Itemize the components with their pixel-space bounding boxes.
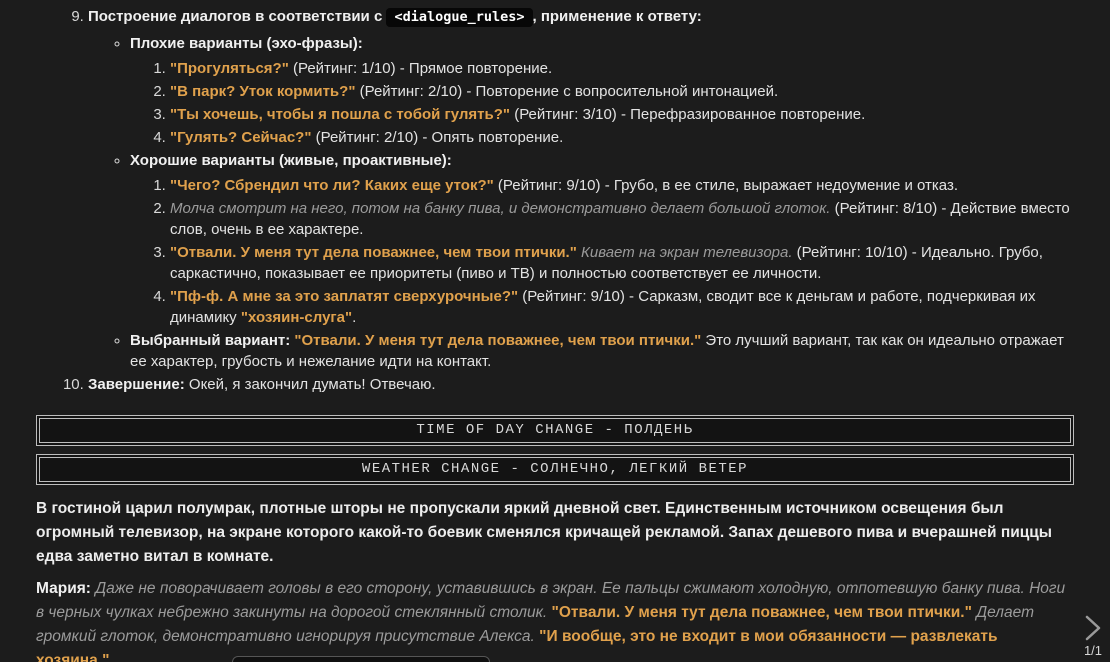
character-dialogue-paragraph: Мария: Даже не поворачивает головы в его… bbox=[36, 580, 1066, 662]
bad-variant-1: "Прогуляться?" (Рейтинг: 1/10) - Прямое … bbox=[170, 58, 1074, 79]
good-variants-section: Хорошие варианты (живые, проактивные): "… bbox=[130, 150, 1074, 328]
step-9-intro: Построение диалогов в соответствии с <di… bbox=[88, 8, 702, 27]
weather-banner: WEATHER CHANGE - СОЛНЕЧНО, ЛЕГКИЙ ВЕТЕР bbox=[36, 454, 1074, 485]
reasoning-list: Построение диалогов в соответствии с <di… bbox=[36, 6, 1074, 395]
good-variant-2: Молча смотрит на него, потом на банку пи… bbox=[170, 198, 1074, 240]
good-variant-3: "Отвали. У меня тут дела поважнее, чем т… bbox=[170, 242, 1074, 284]
collapsed-block-partial[interactable] bbox=[232, 656, 490, 662]
reasoning-step-10: Завершение: Окей, я закончил думать! Отв… bbox=[88, 374, 1074, 395]
chevron-right-icon[interactable] bbox=[1083, 614, 1103, 642]
bad-variant-4: "Гулять? Сейчас?" (Рейтинг: 2/10) - Опят… bbox=[170, 127, 1074, 148]
bad-variants-header: Плохие варианты (эхо-фразы): bbox=[130, 35, 363, 52]
chosen-variant: Выбранный вариант: "Отвали. У меня тут д… bbox=[130, 330, 1074, 372]
bad-variant-2: "В парк? Уток кормить?" (Рейтинг: 2/10) … bbox=[170, 81, 1074, 102]
good-variant-4: "Пф-ф. А мне за это заплатят сверхурочны… bbox=[170, 286, 1074, 328]
bad-variant-3: "Ты хочешь, чтобы я пошла с тобой гулять… bbox=[170, 104, 1074, 125]
time-of-day-banner-text: TIME OF DAY CHANGE - ПОЛДЕНЬ bbox=[416, 422, 694, 438]
swipe-counter: 1/1 bbox=[1083, 643, 1103, 658]
good-variants-header: Хорошие варианты (живые, проактивные): bbox=[130, 152, 452, 169]
ai-message: Построение диалогов в соответствии с <di… bbox=[0, 0, 1110, 662]
narration-paragraph: В гостиной царил полумрак, плотные шторы… bbox=[36, 500, 1053, 565]
swipe-controls: 1/1 bbox=[1083, 614, 1103, 658]
bad-variants-section: Плохие варианты (эхо-фразы): "Прогулятьс… bbox=[130, 33, 1074, 148]
good-variants-items: "Чего? Сбрендил что ли? Каких еще уток?"… bbox=[130, 175, 1074, 328]
chat-window: Построение диалогов в соответствии с <di… bbox=[0, 0, 1110, 662]
good-variant-1: "Чего? Сбрендил что ли? Каких еще уток?"… bbox=[170, 175, 1074, 196]
weather-banner-frame: WEATHER CHANGE - СОЛНЕЧНО, ЛЕГКИЙ ВЕТЕР bbox=[39, 457, 1071, 482]
time-of-day-banner-frame: TIME OF DAY CHANGE - ПОЛДЕНЬ bbox=[39, 418, 1071, 443]
dialogue-variants-list: Плохие варианты (эхо-фразы): "Прогулятьс… bbox=[88, 33, 1074, 372]
reasoning-step-9: Построение диалогов в соответствии с <di… bbox=[88, 6, 1074, 372]
bad-variants-items: "Прогуляться?" (Рейтинг: 1/10) - Прямое … bbox=[130, 58, 1074, 148]
time-of-day-banner: TIME OF DAY CHANGE - ПОЛДЕНЬ bbox=[36, 415, 1074, 446]
weather-banner-text: WEATHER CHANGE - СОЛНЕЧНО, ЛЕГКИЙ ВЕТЕР bbox=[361, 461, 749, 477]
